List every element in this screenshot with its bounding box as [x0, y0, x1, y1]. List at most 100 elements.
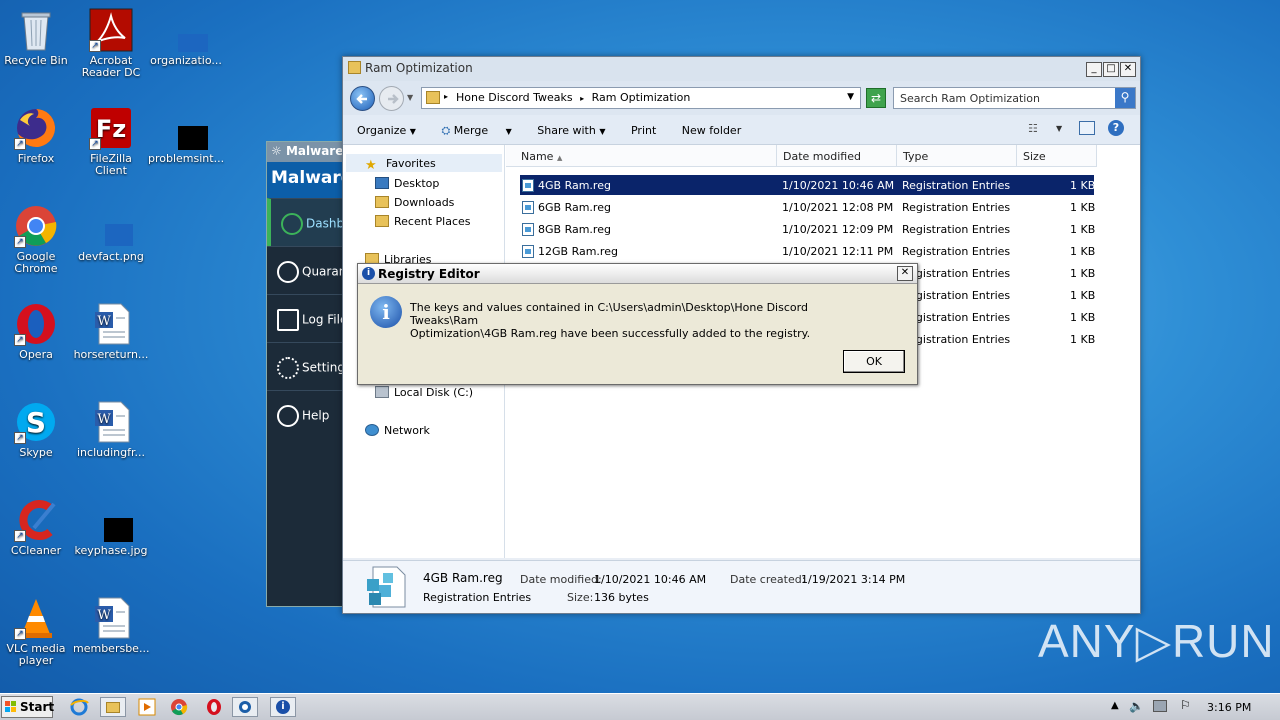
- forward-button[interactable]: [379, 86, 404, 111]
- opera-glyph: ↗: [14, 302, 58, 346]
- folder-icon: [426, 91, 440, 104]
- preview-pane-icon[interactable]: [1079, 121, 1095, 135]
- nav-desktop[interactable]: Desktop: [375, 177, 439, 190]
- vlc-icon[interactable]: ↗ VLC media player: [0, 596, 74, 667]
- file-row[interactable]: 12GB Ram.reg 1/10/2021 12:11 PM Registra…: [520, 241, 1095, 261]
- registry-editor-taskbar-button[interactable]: i: [270, 697, 296, 717]
- close-button[interactable]: ✕: [1120, 62, 1136, 77]
- column-header-type[interactable]: Type: [897, 145, 1017, 167]
- search-input[interactable]: Search Ram Optimization ⚲: [893, 87, 1136, 109]
- filezilla-icon[interactable]: Fz ↗ FileZilla Client: [73, 106, 149, 177]
- nav-favorites[interactable]: ★ Favorites: [365, 157, 436, 173]
- shortcut-arrow-icon: ↗: [14, 236, 26, 248]
- column-header-name[interactable]: Name ▲: [506, 145, 777, 167]
- recent-places-icon: [375, 215, 389, 227]
- view-dropdown-icon[interactable]: ▼: [1056, 124, 1062, 133]
- internet-explorer-icon[interactable]: [68, 697, 90, 717]
- search-icon[interactable]: ⚲: [1115, 88, 1135, 108]
- address-bar[interactable]: ▸ Hone Discord Tweaks ▸ Ram Optimization…: [421, 87, 861, 109]
- refresh-button[interactable]: ⇄: [866, 88, 886, 108]
- network-tray-icon[interactable]: [1153, 700, 1167, 712]
- shortcut-arrow-icon: ↗: [14, 432, 26, 444]
- merge-button[interactable]: ⛭ Merge ▼: [441, 124, 511, 137]
- file-row[interactable]: 8GB Ram.reg 1/10/2021 12:09 PM Registrat…: [520, 219, 1096, 239]
- breadcrumb-item[interactable]: Ram Optimization: [592, 91, 691, 104]
- column-header-size[interactable]: Size: [1017, 145, 1097, 167]
- dialog-titlebar[interactable]: i Registry Editor ✕: [358, 264, 917, 284]
- malwarebytes-taskbar-button[interactable]: [232, 697, 258, 717]
- start-button[interactable]: Start: [1, 696, 54, 718]
- nav-recent-places[interactable]: Recent Places: [375, 215, 471, 228]
- shortcut-arrow-icon: ↗: [89, 40, 101, 52]
- devfact-image-icon[interactable]: devfact.png: [73, 222, 149, 263]
- registry-editor-dialog[interactable]: i Registry Editor ✕ i The keys and value…: [357, 263, 918, 385]
- details-filename: 4GB Ram.reg: [423, 571, 503, 585]
- malwarebytes-nav-logfile[interactable]: Log File: [267, 294, 345, 342]
- desktop-icon-label: devfact.png: [78, 250, 144, 263]
- malwarebytes-nav-quarantine[interactable]: Quaran: [267, 246, 345, 294]
- recycle-bin-icon[interactable]: Recycle Bin: [0, 8, 74, 67]
- nav-local-disk[interactable]: Local Disk (C:): [375, 386, 473, 399]
- google-chrome-icon[interactable]: ↗ Google Chrome: [0, 204, 74, 275]
- malwarebytes-title: Malwareb: [285, 144, 345, 158]
- dialog-title: Registry Editor: [378, 267, 480, 281]
- print-button[interactable]: Print: [631, 124, 656, 137]
- ccleaner-icon[interactable]: ↗ CCleaner: [0, 498, 74, 557]
- share-with-menu[interactable]: Share with ▼: [537, 124, 605, 137]
- dialog-message-line: The keys and values contained in C:\User…: [410, 301, 808, 327]
- includingfr-doc-icon[interactable]: W includingfr...: [73, 400, 149, 459]
- malwarebytes-nav-dashboard[interactable]: Dashb: [267, 198, 345, 246]
- membersbe-doc-icon[interactable]: W membersbe...: [73, 596, 149, 655]
- malwarebytes-window[interactable]: ☼ Malwareb Malware Dashb Quaran Log File…: [266, 141, 346, 607]
- keyphase-image-icon[interactable]: keyphase.jpg: [73, 516, 150, 557]
- column-header-date[interactable]: Date modified: [777, 145, 897, 167]
- clock[interactable]: 3:16 PM: [1207, 701, 1251, 714]
- horsereturn-doc-icon[interactable]: W horsereturn...: [73, 302, 149, 361]
- back-button[interactable]: [350, 86, 375, 111]
- ok-button[interactable]: OK: [843, 350, 905, 373]
- address-dropdown-icon[interactable]: ▼: [847, 92, 854, 102]
- action-center-flag-icon[interactable]: ⚐: [1180, 698, 1191, 712]
- explorer-taskbar-button[interactable]: [100, 697, 126, 717]
- desktop-icon-label: Recycle Bin: [4, 54, 68, 67]
- maximize-button[interactable]: □: [1103, 62, 1119, 77]
- recent-pages-dropdown-icon[interactable]: ▼: [407, 93, 413, 102]
- help-icon[interactable]: ?: [1108, 120, 1124, 136]
- new-folder-button[interactable]: New folder: [682, 124, 741, 137]
- explorer-title: Ram Optimization: [365, 61, 473, 75]
- folder-icon: [348, 61, 361, 74]
- firefox-icon[interactable]: ↗ Firefox: [0, 106, 74, 165]
- minimize-button[interactable]: _: [1086, 62, 1102, 77]
- skype-icon[interactable]: S ↗ Skype: [0, 400, 74, 459]
- view-options-icon[interactable]: ☷: [1028, 122, 1038, 135]
- file-date-cell: 1/10/2021 12:11 PM: [782, 245, 894, 258]
- breadcrumb-item[interactable]: Hone Discord Tweaks: [456, 91, 573, 104]
- file-size-cell: 1 KB: [1070, 223, 1096, 236]
- reg-file-icon: [522, 223, 534, 236]
- desktop-icon-label: Firefox: [17, 152, 55, 165]
- info-small-icon: i: [362, 267, 375, 280]
- desktop-icon-label: Google Chrome: [14, 250, 58, 275]
- file-type-cell: Registration Entries: [902, 201, 1011, 214]
- file-row[interactable]: 6GB Ram.reg 1/10/2021 12:08 PM Registrat…: [520, 197, 1095, 217]
- acrobat-reader-icon[interactable]: ↗ Acrobat Reader DC: [73, 8, 149, 79]
- problems-file-icon[interactable]: problemsint...: [148, 106, 224, 165]
- nav-network[interactable]: Network: [365, 424, 430, 437]
- chrome-taskbar-icon[interactable]: [168, 697, 190, 717]
- show-hidden-icons-button[interactable]: ▲: [1111, 700, 1119, 711]
- opera-taskbar-icon[interactable]: [203, 697, 225, 717]
- file-row[interactable]: 4GB Ram.reg 1/10/2021 10:46 AM Registrat…: [520, 175, 1095, 195]
- malwarebytes-nav-help[interactable]: Help: [267, 390, 345, 438]
- volume-icon[interactable]: 🔈: [1129, 699, 1144, 713]
- nav-downloads[interactable]: Downloads: [375, 196, 454, 209]
- shortcut-arrow-icon: ↗: [89, 138, 101, 150]
- media-player-icon[interactable]: [136, 697, 158, 717]
- desktop-icon-label: VLC media player: [6, 642, 66, 667]
- malwarebytes-nav-settings[interactable]: Setting: [267, 342, 345, 390]
- malwarebytes-titlebar[interactable]: ☼ Malwareb: [267, 142, 345, 162]
- opera-icon[interactable]: ↗ Opera: [0, 302, 74, 361]
- organize-menu[interactable]: Organize ▼: [357, 124, 416, 137]
- dialog-close-button[interactable]: ✕: [897, 266, 913, 281]
- explorer-titlebar[interactable]: Ram Optimization _ □ ✕: [343, 57, 1140, 81]
- organization-file-icon[interactable]: organizatio...: [148, 8, 224, 67]
